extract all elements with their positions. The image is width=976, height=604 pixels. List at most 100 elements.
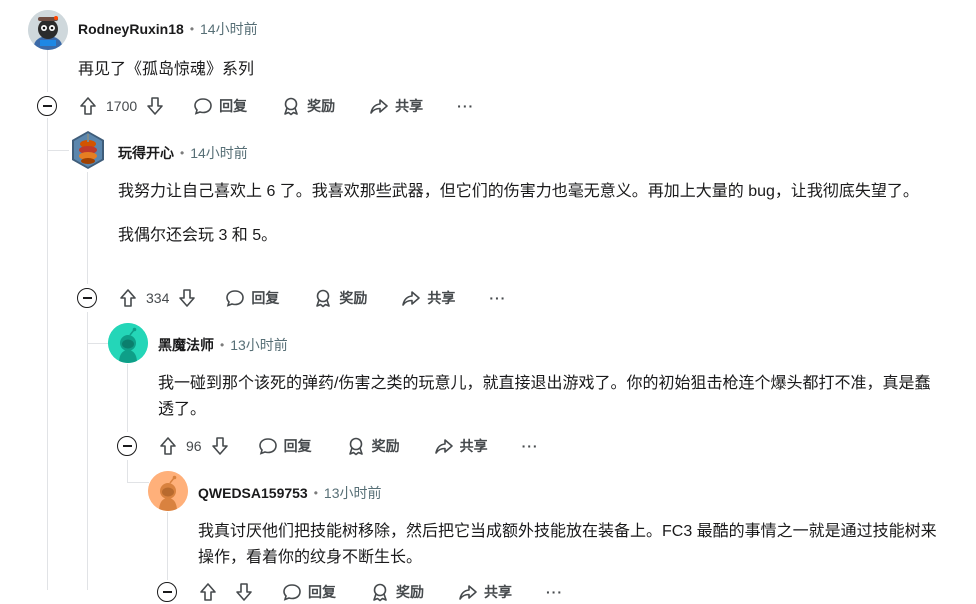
thread-line: [127, 482, 149, 483]
more-options-button[interactable]: ···: [546, 584, 563, 600]
minus-icon: [162, 591, 172, 593]
award-icon: [281, 96, 301, 116]
arrow-up-icon[interactable]: [198, 582, 218, 602]
author-name[interactable]: RodneyRuxin18: [78, 21, 184, 37]
comment-paragraph: 我努力让自己喜欢上 6 了。我喜欢那些武器，但它们的伤害力也毫无意义。再加上大量…: [118, 183, 919, 200]
vote-group: 334: [118, 288, 197, 308]
share-label: 共享: [427, 290, 456, 306]
comment-meta: RodneyRuxin18 • 14小时前: [78, 19, 258, 39]
award-icon: [313, 288, 333, 308]
award-label: 奖励: [396, 584, 424, 600]
avatar[interactable]: [70, 130, 106, 170]
thread-line: [87, 172, 88, 284]
collapse-button[interactable]: [117, 436, 137, 456]
thread-line: [127, 460, 128, 482]
reply-button[interactable]: 回复: [258, 436, 312, 456]
separator-dot: •: [180, 146, 185, 160]
speech-bubble-icon: [258, 436, 278, 456]
timestamp[interactable]: 14小时前: [200, 19, 258, 39]
comment-meta: 黑魔法师 • 13小时前: [158, 335, 288, 355]
reply-button[interactable]: 回复: [193, 96, 247, 116]
award-icon: [346, 436, 366, 456]
collapse-button[interactable]: [37, 96, 57, 116]
share-arrow-icon: [369, 96, 389, 116]
reply-button[interactable]: 回复: [225, 288, 279, 308]
award-label: 奖励: [371, 438, 400, 454]
comment-meta: 玩得开心 • 14小时前: [118, 143, 248, 163]
comment-paragraph: 我一碰到那个该死的弹药/伤害之类的玩意儿，就直接退出游戏了。你的初始狙击枪连个爆…: [158, 375, 931, 418]
award-button[interactable]: 奖励: [346, 436, 400, 456]
award-button[interactable]: 奖励: [370, 582, 424, 602]
timestamp[interactable]: 14小时前: [190, 143, 248, 163]
more-options-button[interactable]: ···: [457, 98, 474, 114]
avatar[interactable]: [108, 323, 148, 363]
action-bar: 96 回复 奖励 共享 ···: [158, 434, 539, 458]
action-bar: 334 回复 奖励 共享 ···: [118, 286, 506, 310]
comment-paragraph: 我真讨厌他们把技能树移除，然后把它当成额外技能放在装备上。FC3 最酷的事情之一…: [198, 523, 937, 566]
comment-paragraph: 我偶尔还会玩 3 和 5。: [118, 227, 278, 244]
arrow-up-icon[interactable]: [78, 96, 98, 116]
award-label: 奖励: [307, 98, 336, 114]
vote-count: 334: [146, 290, 170, 306]
comment-body: 我努力让自己喜欢上 6 了。我喜欢那些武器，但它们的伤害力也毫无意义。再加上大量…: [118, 179, 938, 249]
comment-meta: QWEDSA159753 • 13小时前: [198, 483, 382, 503]
reply-label: 回复: [219, 98, 248, 114]
speech-bubble-icon: [193, 96, 213, 116]
award-button[interactable]: 奖励: [313, 288, 367, 308]
author-name[interactable]: 玩得开心: [118, 143, 174, 163]
award-button[interactable]: 奖励: [281, 96, 335, 116]
author-name[interactable]: QWEDSA159753: [198, 485, 308, 501]
vote-count: 1700: [106, 98, 138, 114]
minus-icon: [82, 297, 92, 299]
thread-line: [127, 364, 128, 432]
vote-group: 96: [158, 436, 230, 456]
share-arrow-icon: [458, 582, 478, 602]
reply-button[interactable]: 回复: [282, 582, 336, 602]
action-bar: 回复 奖励 共享 ···: [198, 580, 563, 604]
author-name[interactable]: 黑魔法师: [158, 335, 214, 355]
arrow-down-icon[interactable]: [145, 96, 165, 116]
timestamp[interactable]: 13小时前: [230, 335, 288, 355]
comment-body: 再见了《孤岛惊魂》系列: [78, 57, 938, 83]
minus-icon: [122, 445, 132, 447]
avatar[interactable]: [148, 471, 188, 511]
vote-group: 1700: [78, 96, 165, 116]
award-label: 奖励: [339, 290, 368, 306]
thread-line: [47, 118, 48, 590]
collapse-button[interactable]: [157, 582, 177, 602]
share-button[interactable]: 共享: [369, 96, 423, 116]
award-icon: [370, 582, 390, 602]
thread-line: [87, 312, 88, 590]
share-arrow-icon: [401, 288, 421, 308]
separator-dot: •: [313, 486, 318, 500]
thread-line: [87, 343, 109, 344]
action-bar: 1700 回复 奖励 共享 ···: [78, 94, 474, 118]
thread-line: [167, 512, 168, 580]
share-label: 共享: [484, 584, 512, 600]
share-arrow-icon: [434, 436, 454, 456]
arrow-up-icon[interactable]: [118, 288, 138, 308]
arrow-up-icon[interactable]: [158, 436, 178, 456]
share-button[interactable]: 共享: [458, 582, 512, 602]
separator-dot: •: [189, 22, 195, 36]
separator-dot: •: [220, 338, 225, 352]
comment-body: 我一碰到那个该死的弹药/伤害之类的玩意儿，就直接退出游戏了。你的初始狙击枪连个爆…: [158, 371, 933, 423]
share-button[interactable]: 共享: [434, 436, 488, 456]
vote-count: 96: [186, 438, 202, 454]
arrow-down-icon[interactable]: [234, 582, 254, 602]
vote-group: [198, 582, 254, 602]
share-button[interactable]: 共享: [401, 288, 455, 308]
thread-line: [47, 150, 69, 151]
more-options-button[interactable]: ···: [489, 290, 506, 306]
timestamp[interactable]: 13小时前: [324, 483, 382, 503]
share-label: 共享: [459, 438, 488, 454]
arrow-down-icon[interactable]: [210, 436, 230, 456]
reply-label: 回复: [283, 438, 312, 454]
reply-label: 回复: [251, 290, 280, 306]
avatar[interactable]: [28, 10, 68, 50]
more-options-button[interactable]: ···: [522, 438, 539, 454]
speech-bubble-icon: [225, 288, 245, 308]
collapse-button[interactable]: [77, 288, 97, 308]
arrow-down-icon[interactable]: [177, 288, 197, 308]
comment-body: 我真讨厌他们把技能树移除，然后把它当成额外技能放在装备上。FC3 最酷的事情之一…: [198, 519, 938, 571]
